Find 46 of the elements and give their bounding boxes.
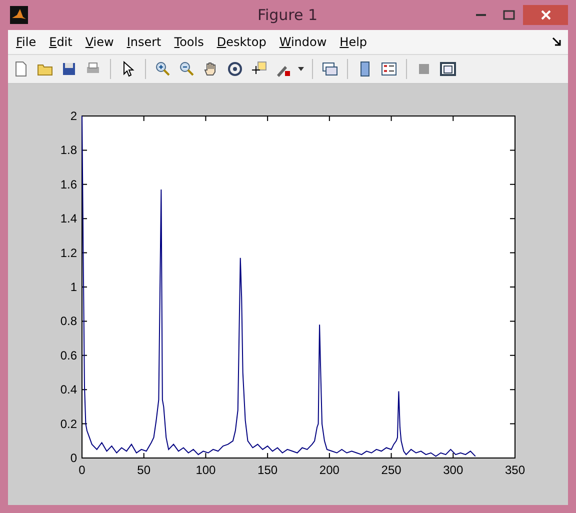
show-tools-button[interactable] [438, 59, 458, 79]
data-cursor-icon [251, 61, 267, 77]
minimize-icon [476, 13, 486, 17]
close-button[interactable] [523, 5, 568, 25]
legend-icon [381, 61, 397, 77]
x-tick-label: 350 [504, 463, 526, 477]
x-tick-label: 50 [137, 463, 151, 477]
y-tick-label: 0.6 [60, 348, 77, 362]
x-tick-label: 300 [443, 463, 464, 477]
linked-windows-icon [322, 61, 338, 77]
y-tick-label: 1.4 [60, 212, 77, 226]
menu-item[interactable]: File [16, 35, 44, 49]
menu-item[interactable]: Edit [49, 35, 80, 49]
caret-icon [298, 67, 304, 71]
menu-item[interactable]: Insert [126, 35, 168, 49]
x-tick-label: 250 [381, 463, 402, 477]
x-tick-label: 0 [78, 463, 86, 477]
window-title: Figure 1 [256, 6, 319, 24]
maximize-icon [503, 10, 515, 20]
y-tick-label: 0.2 [60, 416, 77, 431]
rotate-icon [227, 61, 243, 77]
close-icon [540, 10, 550, 20]
menu-item[interactable]: Tools [174, 35, 211, 49]
zoom-in-icon [155, 61, 171, 77]
y-tick-label: 1 [70, 280, 77, 294]
window-frame-icon [440, 61, 456, 77]
zoom-out-icon [179, 61, 195, 77]
y-tick-label: 0.4 [60, 382, 77, 397]
menu-item[interactable]: Desktop [216, 35, 274, 49]
menu-item[interactable]: Help [340, 35, 374, 49]
menu-item[interactable]: Window [279, 35, 334, 49]
dock-arrow-icon[interactable] [552, 37, 562, 47]
app-logo-icon [10, 6, 28, 24]
y-tick-label: 1.8 [60, 143, 77, 158]
x-tick-label: 150 [258, 463, 278, 477]
y-tick-label: 0 [70, 451, 77, 465]
x-tick-label: 100 [196, 463, 216, 477]
y-tick-label: 2 [70, 109, 77, 123]
y-tick-label: 1.6 [60, 177, 77, 192]
x-tick-label: 200 [319, 463, 340, 477]
y-tick-label: 0.8 [60, 314, 77, 328]
blank-page-icon [13, 61, 29, 77]
filled-square-icon [416, 61, 432, 77]
rotate-button[interactable] [225, 59, 245, 79]
menu-item[interactable]: View [85, 35, 121, 49]
y-tick-label: 1.2 [60, 246, 77, 260]
